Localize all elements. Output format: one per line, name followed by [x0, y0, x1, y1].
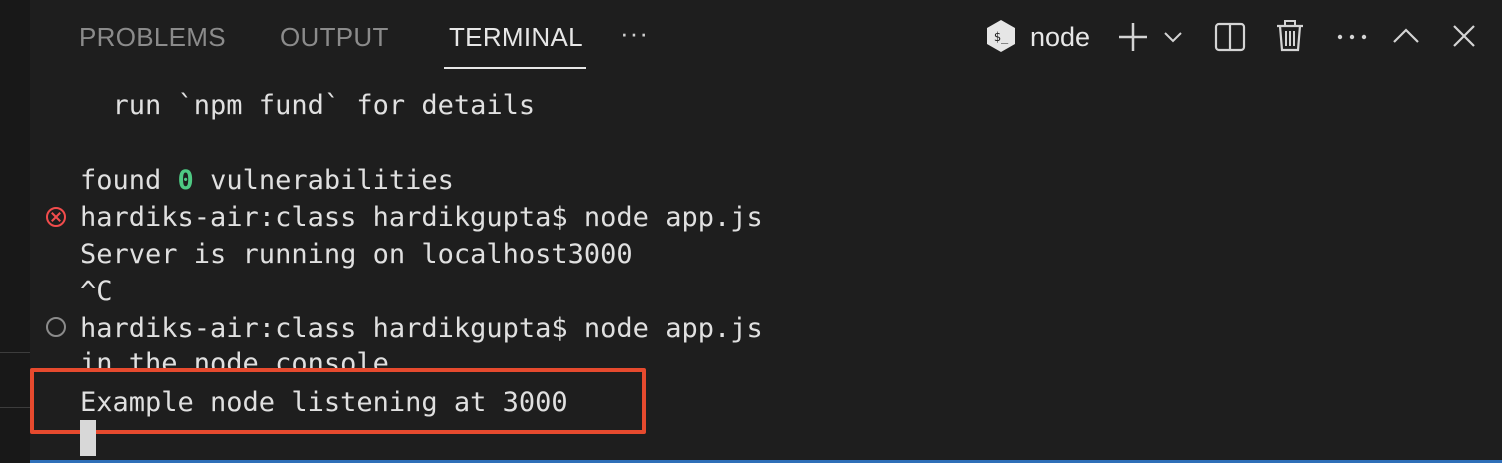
close-icon[interactable]	[1450, 22, 1478, 50]
chevron-down-icon[interactable]	[1162, 24, 1184, 50]
editor-edge	[0, 0, 30, 463]
terminal-line: ^C	[80, 276, 113, 307]
terminal-cursor	[80, 420, 96, 456]
terminal-command-line: hardiks-air:class hardikgupta$ node app.…	[80, 202, 763, 233]
divider	[0, 352, 30, 353]
terminal-output[interactable]: run `npm fund` for details found 0 vulne…	[30, 80, 1502, 463]
svg-text:$_: $_	[994, 30, 1009, 44]
terminal-line: Server is running on localhost3000	[80, 239, 633, 270]
highlight-annotation	[30, 368, 646, 434]
vulnerability-count: 0	[177, 165, 194, 196]
terminal-line: run `npm fund` for details	[80, 90, 536, 121]
trash-icon[interactable]	[1273, 18, 1307, 54]
terminal-panel: PROBLEMS OUTPUT TERMINAL ··· $_ node run…	[0, 0, 1502, 463]
command-running-icon[interactable]	[46, 317, 66, 337]
tab-output[interactable]: OUTPUT	[280, 22, 389, 53]
divider	[0, 407, 30, 408]
ellipsis-icon[interactable]	[1335, 26, 1369, 48]
command-error-icon[interactable]	[46, 207, 66, 227]
tab-terminal[interactable]: TERMINAL	[449, 22, 583, 53]
terminal-shell-name[interactable]: node	[1030, 22, 1090, 53]
terminal-text: vulnerabilities	[193, 165, 454, 196]
terminal-command-line: hardiks-air:class hardikgupta$ node app.…	[80, 313, 763, 344]
terminal-text: found	[80, 165, 178, 196]
terminal-shell-icon[interactable]: $_	[983, 17, 1019, 55]
terminal-line: found 0 vulnerabilities	[80, 162, 454, 199]
more-tabs-button[interactable]: ···	[620, 18, 649, 49]
active-tab-indicator	[444, 67, 586, 69]
tab-problems[interactable]: PROBLEMS	[79, 22, 226, 53]
plus-icon[interactable]	[1116, 20, 1150, 54]
split-terminal-icon[interactable]	[1213, 20, 1247, 54]
panel-tab-bar: PROBLEMS OUTPUT TERMINAL ··· $_ node	[30, 0, 1502, 72]
chevron-up-icon[interactable]	[1391, 24, 1421, 48]
